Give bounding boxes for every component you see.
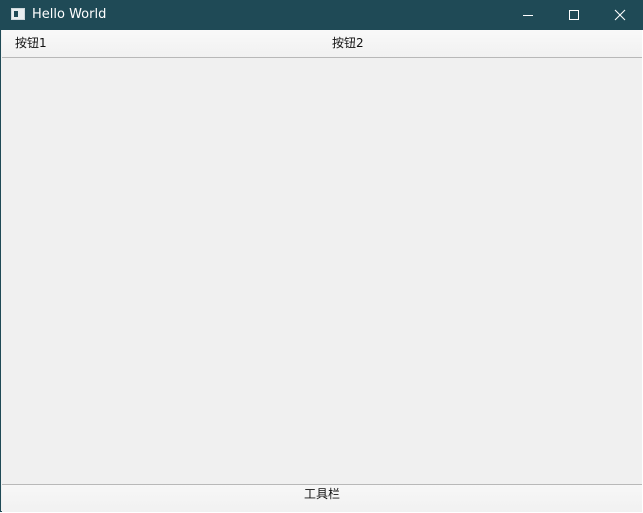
- close-button[interactable]: [597, 0, 643, 30]
- button-1[interactable]: 按钮1: [15, 30, 47, 57]
- close-icon: [614, 9, 626, 21]
- title-bar[interactable]: Hello World: [1, 0, 643, 30]
- top-toolbar: 按钮1 按钮2: [2, 30, 642, 58]
- app-window: Hello World 按钮1 按钮2 工具栏: [0, 0, 643, 512]
- maximize-icon: [569, 10, 579, 20]
- toolbar-label: 工具栏: [303, 487, 340, 501]
- minimize-button[interactable]: [505, 0, 551, 30]
- maximize-button[interactable]: [551, 0, 597, 30]
- minimize-icon: [523, 15, 533, 16]
- button-2[interactable]: 按钮2: [332, 30, 364, 57]
- central-widget: [2, 58, 642, 484]
- window-title: Hello World: [32, 7, 107, 22]
- app-icon: [11, 8, 25, 20]
- bottom-toolbar: 工具栏: [2, 484, 642, 512]
